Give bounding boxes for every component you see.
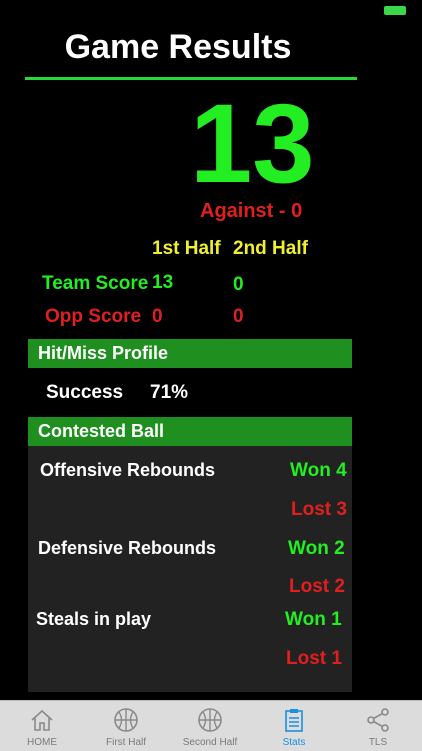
share-icon <box>367 708 389 732</box>
tab-second-half-label: Second Half <box>182 737 238 748</box>
title-divider <box>25 77 357 80</box>
team-score-second-half: 0 <box>233 274 244 295</box>
tab-tls[interactable]: TLS <box>336 701 420 751</box>
opp-score-first-half: 0 <box>152 306 163 327</box>
success-value: 71% <box>150 382 189 403</box>
steals-won: Won 1 <box>285 609 342 630</box>
page-title: Game Results <box>64 28 292 66</box>
offensive-rebounds-won: Won 4 <box>290 460 347 481</box>
tab-first-half-label: First Half <box>106 737 146 748</box>
steals-label: Steals in play <box>36 609 152 629</box>
steals-lost: Lost 1 <box>286 648 342 669</box>
tab-stats[interactable]: Stats <box>252 701 336 751</box>
tab-first-half[interactable]: First Half <box>84 701 168 751</box>
opp-score-label: Opp Score <box>45 306 142 327</box>
defensive-rebounds-lost: Lost 2 <box>289 576 345 597</box>
hit-miss-section-header: Hit/Miss Profile <box>28 339 352 368</box>
hit-miss-header-label: Hit/Miss Profile <box>38 343 169 363</box>
defensive-rebounds-won: Won 2 <box>288 538 345 559</box>
clipboard-icon <box>285 709 303 732</box>
offensive-rebounds-label: Offensive Rebounds <box>40 460 216 480</box>
second-half-header: 2nd Half <box>233 238 308 259</box>
opp-score-second-half: 0 <box>233 306 244 327</box>
tab-home[interactable]: HOME <box>0 701 84 751</box>
basketball-icon <box>198 708 222 732</box>
team-total-score: 13 <box>190 81 315 206</box>
tab-tls-label: TLS <box>368 737 388 748</box>
contested-section-header: Contested Ball <box>28 417 352 446</box>
contested-header-label: Contested Ball <box>38 421 165 441</box>
home-icon <box>31 709 53 731</box>
battery-icon <box>384 6 406 15</box>
against-score: Against - 0 <box>200 200 303 222</box>
offensive-rebounds-lost: Lost 3 <box>291 499 347 520</box>
contested-panel: Offensive Rebounds Won 4 Lost 3 Defensiv… <box>28 446 352 692</box>
success-label: Success <box>46 382 124 403</box>
team-score-label: Team Score <box>42 273 149 294</box>
team-score-first-half: 13 <box>152 272 174 293</box>
tab-bar: HOME First Half Second Half Stats TLS <box>0 700 422 751</box>
tab-second-half[interactable]: Second Half <box>168 701 252 751</box>
first-half-header: 1st Half <box>152 238 221 259</box>
basketball-icon <box>114 708 138 732</box>
defensive-rebounds-label: Defensive Rebounds <box>38 538 217 558</box>
tab-home-label: HOME <box>27 737 57 748</box>
tab-stats-label: Stats <box>282 737 306 748</box>
